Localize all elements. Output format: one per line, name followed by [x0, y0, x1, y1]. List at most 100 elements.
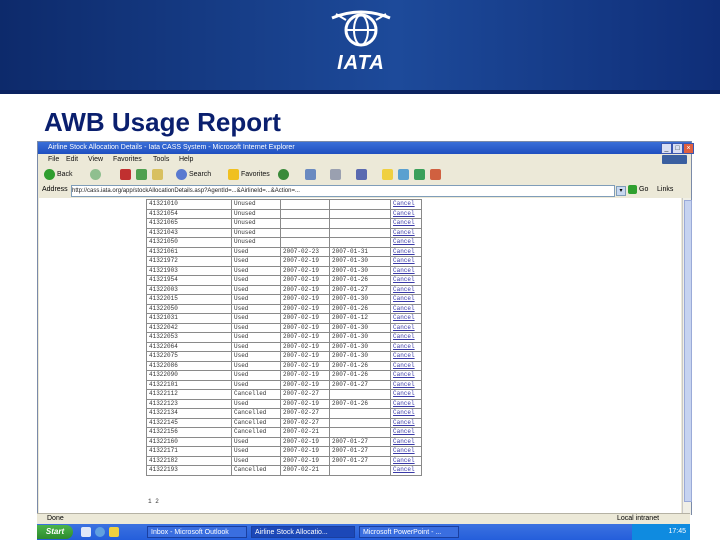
globe-icon — [331, 10, 391, 47]
cancel-link[interactable]: Cancel — [390, 389, 422, 400]
date-cell: 2007-02-19 — [280, 256, 330, 267]
cancel-link[interactable]: Cancel — [390, 322, 422, 333]
cancel-link[interactable]: Cancel — [390, 294, 422, 305]
maximize-button[interactable]: □ — [672, 143, 683, 154]
cancel-link[interactable]: Cancel — [390, 341, 422, 352]
cancel-link[interactable]: Cancel — [390, 199, 422, 210]
minimize-button[interactable]: _ — [661, 143, 672, 154]
awb-cell: 41322112 — [146, 389, 232, 400]
quicklaunch-ie-icon[interactable] — [95, 527, 105, 537]
cancel-link[interactable]: Cancel — [390, 332, 422, 343]
awb-cell: 41322134 — [146, 408, 232, 419]
menu-view[interactable]: View — [88, 155, 103, 165]
cancel-link[interactable]: Cancel — [390, 360, 422, 371]
back-icon[interactable] — [44, 169, 55, 180]
search-button[interactable]: Search — [189, 169, 211, 180]
address-input[interactable]: http://cass.iata.org/app/stockAllocation… — [71, 185, 615, 197]
messenger-icon[interactable] — [398, 169, 409, 180]
refresh-icon[interactable] — [136, 169, 147, 180]
quicklaunch-outlook-icon[interactable] — [109, 527, 119, 537]
cancel-link[interactable]: Cancel — [390, 227, 422, 238]
cancel-link[interactable]: Cancel — [390, 427, 422, 438]
quicklaunch-desktop-icon[interactable] — [81, 527, 91, 537]
mail-icon[interactable] — [305, 169, 316, 180]
print-icon[interactable] — [330, 169, 341, 180]
cancel-link[interactable]: Cancel — [390, 408, 422, 419]
window-title: Airline Stock Allocation Details - Iata … — [48, 144, 295, 151]
date-cell: 2007-02-19 — [280, 313, 330, 324]
start-button[interactable]: Start — [37, 525, 73, 539]
awb-cell: 41321061 — [146, 246, 232, 257]
stop-icon[interactable] — [120, 169, 131, 180]
task-powerpoint[interactable]: Microsoft PowerPoint - ... — [359, 526, 459, 538]
cancel-link[interactable]: Cancel — [390, 455, 422, 466]
cancel-link[interactable]: Cancel — [390, 379, 422, 390]
search-icon[interactable] — [176, 169, 187, 180]
cancel-link[interactable]: Cancel — [390, 465, 422, 476]
home-icon[interactable] — [152, 169, 163, 180]
cancel-link[interactable]: Cancel — [390, 436, 422, 447]
vertical-scrollbar[interactable] — [682, 198, 692, 515]
date-cell: 2007-02-19 — [280, 360, 330, 371]
menu-favorites[interactable]: Favorites — [113, 155, 142, 165]
cancel-link[interactable]: Cancel — [390, 256, 422, 267]
table-row: 41321043 Unused Cancel — [146, 227, 422, 238]
cancel-link[interactable]: Cancel — [390, 237, 422, 248]
awb-cell: 41322101 — [146, 379, 232, 390]
task-browser[interactable]: Airline Stock Allocatio... — [251, 526, 355, 538]
pagination[interactable]: 1 2 — [148, 498, 159, 505]
status-cell: Cancelled — [231, 408, 281, 419]
media-icon[interactable] — [278, 169, 289, 180]
awb-cell: 41321054 — [146, 208, 232, 219]
menu-tools[interactable]: Tools — [153, 155, 169, 165]
cancel-link[interactable]: Cancel — [390, 370, 422, 381]
menu-help[interactable]: Help — [179, 155, 193, 165]
cancel-link[interactable]: Cancel — [390, 275, 422, 286]
date-cell — [280, 237, 330, 248]
table-row: 41322050 Used 2007-02-19 2007-01-26 Cancel — [146, 303, 422, 314]
cancel-link[interactable]: Cancel — [390, 246, 422, 257]
tool-icon[interactable] — [430, 169, 441, 180]
status-cell: Cancelled — [231, 427, 281, 438]
research-icon[interactable] — [414, 169, 425, 180]
favorites-icon[interactable] — [228, 169, 239, 180]
zone-text: Local intranet — [617, 515, 660, 522]
date-cell: 2007-02-27 — [280, 389, 330, 400]
close-button[interactable]: × — [683, 143, 694, 154]
cancel-link[interactable]: Cancel — [390, 284, 422, 295]
cancel-link[interactable]: Cancel — [390, 265, 422, 276]
forward-icon[interactable] — [90, 169, 101, 180]
awb-cell: 41322064 — [146, 341, 232, 352]
cancel-link[interactable]: Cancel — [390, 208, 422, 219]
cancel-link[interactable]: Cancel — [390, 313, 422, 324]
cancel-link[interactable]: Cancel — [390, 303, 422, 314]
taskbar: Start Inbox - Microsoft Outlook Airline … — [37, 524, 690, 540]
edit-icon[interactable] — [356, 169, 367, 180]
awb-cell: 41321065 — [146, 218, 232, 229]
favorites-button[interactable]: Favorites — [241, 169, 270, 180]
table-row: 41322075 Used 2007-02-19 2007-01-30 Cancel — [146, 351, 422, 362]
menu-edit[interactable]: Edit — [66, 155, 78, 165]
back-button[interactable]: Back — [57, 169, 73, 180]
links-button[interactable]: Links — [657, 185, 673, 195]
date-cell — [329, 427, 391, 438]
awb-cell: 41322042 — [146, 322, 232, 333]
status-cell: Used — [231, 246, 281, 257]
folder-icon[interactable] — [382, 169, 393, 180]
cancel-link[interactable]: Cancel — [390, 398, 422, 409]
go-button[interactable]: Go — [639, 185, 648, 195]
awb-cell: 41322182 — [146, 455, 232, 466]
task-outlook[interactable]: Inbox - Microsoft Outlook — [147, 526, 247, 538]
chevron-down-icon[interactable]: ▾ — [616, 186, 626, 196]
cancel-link[interactable]: Cancel — [390, 446, 422, 457]
go-icon[interactable] — [628, 185, 637, 194]
cancel-link[interactable]: Cancel — [390, 218, 422, 229]
address-label: Address — [42, 186, 68, 193]
menu-file[interactable]: File — [48, 155, 59, 165]
cancel-link[interactable]: Cancel — [390, 417, 422, 428]
table-row: 41321903 Used 2007-02-19 2007-01-30 Cancel — [146, 265, 422, 276]
scroll-thumb[interactable] — [684, 200, 692, 502]
status-cell: Unused — [231, 218, 281, 229]
date-cell: 2007-02-19 — [280, 351, 330, 362]
cancel-link[interactable]: Cancel — [390, 351, 422, 362]
